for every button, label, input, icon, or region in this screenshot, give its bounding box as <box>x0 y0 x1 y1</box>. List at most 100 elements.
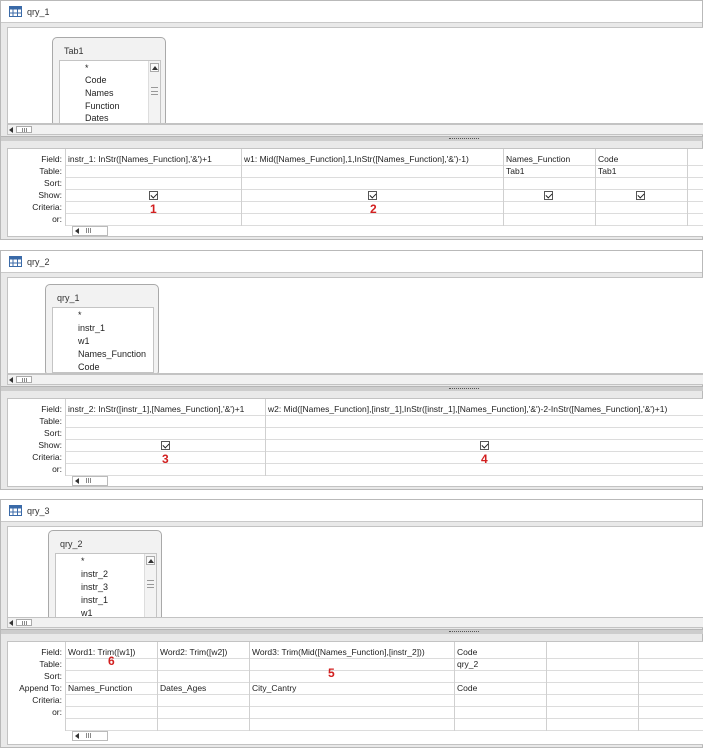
grid-line <box>687 149 688 226</box>
annotation-number: 5 <box>328 666 335 680</box>
field-item[interactable]: Dates <box>85 113 109 123</box>
grid-cell-field[interactable]: Word3: Trim(Mid([Names_Function],[instr_… <box>252 647 425 657</box>
table-box[interactable]: qry_2 * instr_2 instr_3 instr_1 w1 <box>48 530 162 618</box>
scroll-left-icon[interactable] <box>9 377 13 383</box>
grid-cell-table[interactable]: Tab1 <box>506 166 524 176</box>
field-list-scrollbar[interactable] <box>144 554 156 618</box>
field-item[interactable]: Code <box>85 75 107 85</box>
table-name: qry_2 <box>60 539 83 549</box>
row-label-table: Table: <box>39 166 62 176</box>
query-tab-header[interactable]: qry_1 <box>1 1 702 23</box>
grid-cell-field[interactable]: w1: Mid([Names_Function],1,InStr([Names_… <box>244 154 469 164</box>
checkbox-checked-icon[interactable] <box>636 191 645 200</box>
query-title: qry_2 <box>27 257 50 267</box>
grid-cell-table[interactable]: qry_2 <box>457 659 478 669</box>
field-item[interactable]: instr_1 <box>81 595 108 605</box>
grid-line <box>595 149 596 226</box>
grid-line <box>638 642 639 731</box>
row-label-or: or: <box>52 214 62 224</box>
grid-hscrollbar[interactable] <box>72 476 108 486</box>
field-list[interactable]: * instr_1 w1 Names_Function Code <box>52 307 154 373</box>
scroll-left-icon[interactable] <box>75 228 79 234</box>
grid-cell-field[interactable]: Word2: Trim([w2]) <box>160 647 227 657</box>
grid-hscrollbar[interactable] <box>72 731 108 741</box>
field-item[interactable]: Names_Function <box>78 349 146 359</box>
table-box[interactable]: qry_1 * instr_1 w1 Names_Function Code <box>45 284 159 373</box>
row-label-sort: Sort: <box>44 671 62 681</box>
grid-line <box>65 718 703 719</box>
grid-cell-append-to[interactable]: Names_Function <box>68 683 132 693</box>
pane-splitter[interactable] <box>1 629 703 634</box>
grid-cell-append-to[interactable]: Code <box>457 683 477 693</box>
query-title: qry_1 <box>27 7 50 17</box>
grid-cell-field[interactable]: instr_2: InStr([instr_1],[Names_Function… <box>68 404 244 414</box>
field-list[interactable]: * instr_2 instr_3 instr_1 w1 <box>55 553 157 618</box>
pane-splitter[interactable] <box>1 136 703 141</box>
row-label-field: Field: <box>41 404 62 414</box>
grid-cell-table[interactable]: Tab1 <box>598 166 616 176</box>
scroll-thumb[interactable] <box>16 126 32 133</box>
grid-cell-append-to[interactable]: City_Cantry <box>252 683 296 693</box>
query-tab-header[interactable]: qry_2 <box>1 251 702 273</box>
field-item[interactable]: instr_1 <box>78 323 105 333</box>
checkbox-checked-icon[interactable] <box>480 441 489 450</box>
field-item[interactable]: w1 <box>78 336 90 346</box>
grid-line <box>503 149 504 226</box>
field-item[interactable]: Code <box>78 362 100 372</box>
grid-line <box>65 694 703 695</box>
field-item[interactable]: * <box>85 63 89 73</box>
splitter-grip-icon[interactable] <box>449 138 479 140</box>
grid-cell-field[interactable]: Code <box>598 154 618 164</box>
annotation-number: 1 <box>150 202 157 216</box>
scroll-up-icon[interactable] <box>150 63 159 72</box>
checkbox-checked-icon[interactable] <box>368 191 377 200</box>
grid-cell-field[interactable]: Code <box>457 647 477 657</box>
grid-cell-append-to[interactable]: Dates_Ages <box>160 683 206 693</box>
table-pane-hscrollbar[interactable] <box>7 124 703 135</box>
checkbox-checked-icon[interactable] <box>544 191 553 200</box>
scroll-thumb[interactable] <box>83 478 95 484</box>
row-label-sort: Sort: <box>44 178 62 188</box>
field-item[interactable]: Function <box>85 101 120 111</box>
table-pane-hscrollbar[interactable] <box>7 374 703 385</box>
field-item[interactable]: * <box>78 310 82 320</box>
field-list[interactable]: * Code Names Function Dates <box>59 60 161 123</box>
scroll-grip-icon[interactable] <box>151 87 158 95</box>
field-item[interactable]: instr_2 <box>81 569 108 579</box>
scroll-left-icon[interactable] <box>75 733 79 739</box>
scroll-grip-icon[interactable] <box>147 580 154 588</box>
scroll-left-icon[interactable] <box>75 478 79 484</box>
scroll-thumb[interactable] <box>83 228 95 234</box>
query-design-icon <box>9 6 22 17</box>
row-label-or: or: <box>52 707 62 717</box>
grid-cell-field[interactable]: w2: Mid([Names_Function],[instr_1],InStr… <box>268 404 667 414</box>
pane-splitter[interactable] <box>1 386 703 391</box>
field-list-scrollbar[interactable] <box>148 61 160 123</box>
scroll-thumb[interactable] <box>16 619 32 626</box>
scroll-thumb[interactable] <box>83 733 95 739</box>
query-panel-qry-3: qry_3 qry_2 * instr_2 instr_3 instr_1 w1… <box>0 499 703 748</box>
scroll-left-icon[interactable] <box>9 620 13 626</box>
grid-hscrollbar[interactable] <box>72 226 108 236</box>
grid-line <box>546 642 547 731</box>
splitter-grip-icon[interactable] <box>449 388 479 390</box>
checkbox-checked-icon[interactable] <box>149 191 158 200</box>
field-item[interactable]: instr_3 <box>81 582 108 592</box>
grid-cell-field[interactable]: Names_Function <box>506 154 570 164</box>
table-box[interactable]: Tab1 * Code Names Function Dates <box>52 37 166 123</box>
scroll-up-icon[interactable] <box>146 556 155 565</box>
grid-line <box>65 642 66 731</box>
grid-cell-field[interactable]: instr_1: InStr([Names_Function],'&')+1 <box>68 154 212 164</box>
row-label-criteria: Criteria: <box>32 695 62 705</box>
field-item[interactable]: * <box>81 556 85 566</box>
grid-cell-field[interactable]: Word1: Trim([w1]) <box>68 647 135 657</box>
scroll-thumb[interactable] <box>16 376 32 383</box>
scroll-left-icon[interactable] <box>9 127 13 133</box>
field-item[interactable]: Names <box>85 88 114 98</box>
row-label-show: Show: <box>38 190 62 200</box>
table-pane-hscrollbar[interactable] <box>7 617 703 628</box>
grid-line <box>65 439 703 440</box>
checkbox-checked-icon[interactable] <box>161 441 170 450</box>
splitter-grip-icon[interactable] <box>449 631 479 633</box>
query-tab-header[interactable]: qry_3 <box>1 500 702 522</box>
